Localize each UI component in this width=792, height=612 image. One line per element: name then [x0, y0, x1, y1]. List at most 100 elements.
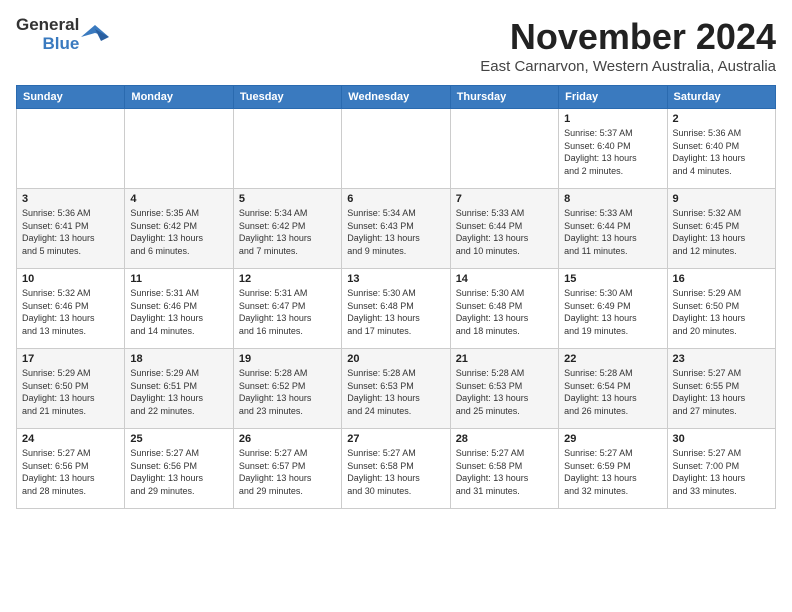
calendar-cell: 29Sunrise: 5:27 AM Sunset: 6:59 PM Dayli… [559, 429, 667, 509]
calendar-cell: 24 Sunrise: 5:27 AM Sunset: 6:56 PM Dayli… [17, 429, 125, 509]
day-info: Sunrise: 5:27 AM Sunset: 6:56 PM Dayligh… [130, 447, 227, 497]
calendar-cell: 13Sunrise: 5:30 AM Sunset: 6:48 PM Dayli… [342, 269, 450, 349]
day-number: 11 [130, 273, 227, 285]
calendar-cell: 27Sunrise: 5:27 AM Sunset: 6:58 PM Dayli… [342, 429, 450, 509]
day-number: 22 [564, 353, 661, 365]
calendar-cell: 15 Sunrise: 5:30 AM Sunset: 6:49 PM Dayli… [559, 269, 667, 349]
day-number: 3 [22, 193, 119, 205]
day-info: Sunrise: 5:30 AM Sunset: 6:49 PM Dayligh… [564, 287, 661, 337]
day-number: 7 [456, 193, 553, 205]
col-header-tuesday: Tuesday [233, 86, 341, 109]
day-number: 16 [673, 273, 770, 285]
day-number: 19 [239, 353, 336, 365]
day-number: 18 [130, 353, 227, 365]
day-info: Sunrise: 5:27 AM Sunset: 6:58 PM Dayligh… [456, 447, 553, 497]
day-info: Sunrise: 5:31 AM Sunset: 6:47 PM Dayligh… [239, 287, 336, 337]
calendar-cell: 7 Sunrise: 5:33 AM Sunset: 6:44 PM Daylig… [450, 189, 558, 269]
logo-bird-icon [81, 21, 109, 49]
day-number: 9 [673, 193, 770, 205]
day-number: 15 [564, 273, 661, 285]
col-header-friday: Friday [559, 86, 667, 109]
calendar-cell: 1Sunrise: 5:37 AM Sunset: 6:40 PM Daylig… [559, 109, 667, 189]
calendar-cell: 6Sunrise: 5:34 AM Sunset: 6:43 PM Daylig… [342, 189, 450, 269]
day-info: Sunrise: 5:33 AM Sunset: 6:44 PM Dayligh… [456, 207, 553, 257]
calendar-cell: 10 Sunrise: 5:32 AM Sunset: 6:46 PM Dayli… [17, 269, 125, 349]
calendar-cell: 22 Sunrise: 5:28 AM Sunset: 6:54 PM Dayli… [559, 349, 667, 429]
calendar-cell: 19 Sunrise: 5:28 AM Sunset: 6:52 PM Dayli… [233, 349, 341, 429]
day-number: 1 [564, 113, 661, 125]
calendar-cell: 21 Sunrise: 5:28 AM Sunset: 6:53 PM Dayli… [450, 349, 558, 429]
day-number: 21 [456, 353, 553, 365]
day-info: Sunrise: 5:34 AM Sunset: 6:43 PM Dayligh… [347, 207, 444, 257]
location-subtitle: East Carnarvon, Western Australia, Austr… [480, 58, 776, 75]
day-info: Sunrise: 5:27 AM Sunset: 6:59 PM Dayligh… [564, 447, 661, 497]
day-number: 14 [456, 273, 553, 285]
day-info: Sunrise: 5:28 AM Sunset: 6:53 PM Dayligh… [347, 367, 444, 417]
col-header-saturday: Saturday [667, 86, 775, 109]
col-header-wednesday: Wednesday [342, 86, 450, 109]
day-info: Sunrise: 5:33 AM Sunset: 6:44 PM Dayligh… [564, 207, 661, 257]
col-header-sunday: Sunday [17, 86, 125, 109]
day-info: Sunrise: 5:32 AM Sunset: 6:45 PM Dayligh… [673, 207, 770, 257]
day-info: Sunrise: 5:35 AM Sunset: 6:42 PM Dayligh… [130, 207, 227, 257]
calendar-cell: 23Sunrise: 5:27 AM Sunset: 6:55 PM Dayli… [667, 349, 775, 429]
day-number: 25 [130, 433, 227, 445]
logo-blue: Blue [42, 35, 79, 54]
day-number: 12 [239, 273, 336, 285]
month-title: November 2024 [480, 16, 776, 58]
day-info: Sunrise: 5:36 AM Sunset: 6:40 PM Dayligh… [673, 127, 770, 177]
day-info: Sunrise: 5:27 AM Sunset: 6:57 PM Dayligh… [239, 447, 336, 497]
day-info: Sunrise: 5:30 AM Sunset: 6:48 PM Dayligh… [347, 287, 444, 337]
day-info: Sunrise: 5:27 AM Sunset: 7:00 PM Dayligh… [673, 447, 770, 497]
day-info: Sunrise: 5:29 AM Sunset: 6:50 PM Dayligh… [673, 287, 770, 337]
col-header-thursday: Thursday [450, 86, 558, 109]
calendar-cell: 25 Sunrise: 5:27 AM Sunset: 6:56 PM Dayli… [125, 429, 233, 509]
day-info: Sunrise: 5:29 AM Sunset: 6:51 PM Dayligh… [130, 367, 227, 417]
calendar-cell [17, 109, 125, 189]
day-info: Sunrise: 5:27 AM Sunset: 6:58 PM Dayligh… [347, 447, 444, 497]
calendar-cell: 12 Sunrise: 5:31 AM Sunset: 6:47 PM Dayli… [233, 269, 341, 349]
calendar-cell [342, 109, 450, 189]
day-number: 2 [673, 113, 770, 125]
day-number: 28 [456, 433, 553, 445]
day-number: 20 [347, 353, 444, 365]
calendar-cell: 26 Sunrise: 5:27 AM Sunset: 6:57 PM Dayli… [233, 429, 341, 509]
calendar-cell: 11 Sunrise: 5:31 AM Sunset: 6:46 PM Dayli… [125, 269, 233, 349]
day-info: Sunrise: 5:28 AM Sunset: 6:53 PM Dayligh… [456, 367, 553, 417]
day-number: 26 [239, 433, 336, 445]
calendar-cell: 28 Sunrise: 5:27 AM Sunset: 6:58 PM Dayli… [450, 429, 558, 509]
calendar-cell [450, 109, 558, 189]
page-header: General Blue November 2024 East Carnarvo… [16, 16, 776, 75]
calendar-cell: 8 Sunrise: 5:33 AM Sunset: 6:44 PM Daylig… [559, 189, 667, 269]
logo-general: General [16, 16, 79, 35]
calendar-cell: 17 Sunrise: 5:29 AM Sunset: 6:50 PM Dayli… [17, 349, 125, 429]
day-number: 24 [22, 433, 119, 445]
calendar-cell: 3 Sunrise: 5:36 AM Sunset: 6:41 PM Daylig… [17, 189, 125, 269]
calendar-cell: 20 Sunrise: 5:28 AM Sunset: 6:53 PM Dayli… [342, 349, 450, 429]
day-number: 17 [22, 353, 119, 365]
day-info: Sunrise: 5:34 AM Sunset: 6:42 PM Dayligh… [239, 207, 336, 257]
calendar-cell: 30 Sunrise: 5:27 AM Sunset: 7:00 PM Dayli… [667, 429, 775, 509]
day-info: Sunrise: 5:27 AM Sunset: 6:56 PM Dayligh… [22, 447, 119, 497]
day-number: 5 [239, 193, 336, 205]
day-info: Sunrise: 5:28 AM Sunset: 6:52 PM Dayligh… [239, 367, 336, 417]
calendar-table: SundayMondayTuesdayWednesdayThursdayFrid… [16, 85, 776, 509]
calendar-cell: 14 Sunrise: 5:30 AM Sunset: 6:48 PM Dayli… [450, 269, 558, 349]
day-info: Sunrise: 5:28 AM Sunset: 6:54 PM Dayligh… [564, 367, 661, 417]
day-info: Sunrise: 5:31 AM Sunset: 6:46 PM Dayligh… [130, 287, 227, 337]
day-info: Sunrise: 5:36 AM Sunset: 6:41 PM Dayligh… [22, 207, 119, 257]
logo: General Blue [16, 16, 109, 53]
calendar-cell: 2 Sunrise: 5:36 AM Sunset: 6:40 PM Daylig… [667, 109, 775, 189]
calendar-cell [233, 109, 341, 189]
day-number: 8 [564, 193, 661, 205]
day-number: 10 [22, 273, 119, 285]
calendar-cell [125, 109, 233, 189]
day-info: Sunrise: 5:30 AM Sunset: 6:48 PM Dayligh… [456, 287, 553, 337]
day-info: Sunrise: 5:29 AM Sunset: 6:50 PM Dayligh… [22, 367, 119, 417]
day-number: 30 [673, 433, 770, 445]
calendar-cell: 16 Sunrise: 5:29 AM Sunset: 6:50 PM Dayli… [667, 269, 775, 349]
title-block: November 2024 East Carnarvon, Western Au… [480, 16, 776, 75]
calendar-cell: 4Sunrise: 5:35 AM Sunset: 6:42 PM Daylig… [125, 189, 233, 269]
day-info: Sunrise: 5:32 AM Sunset: 6:46 PM Dayligh… [22, 287, 119, 337]
calendar-cell: 5 Sunrise: 5:34 AM Sunset: 6:42 PM Daylig… [233, 189, 341, 269]
